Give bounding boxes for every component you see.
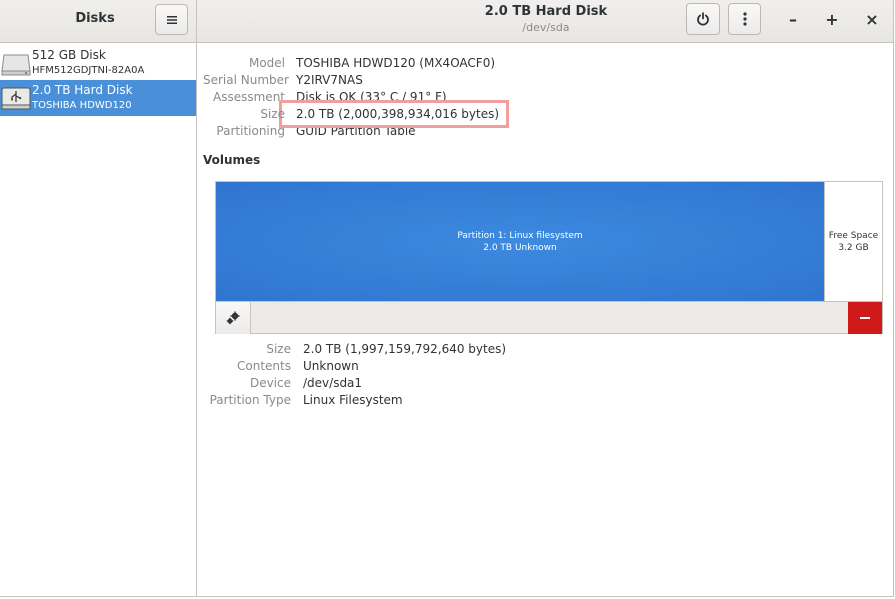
partition-type-value: Linux Filesystem <box>303 393 403 407</box>
volumes-graphic: Partition 1: Linux filesystem 2.0 TB Unk… <box>215 181 883 334</box>
serial-number-value: Y2IRV7NAS <box>296 73 363 87</box>
sidebar-item-model: TOSHIBA HDWD120 <box>32 100 132 111</box>
usb-hard-disk-icon <box>1 87 31 110</box>
volume-toolbar <box>216 301 882 334</box>
header-bar: Disks 2.0 TB Hard Disk /dev/sda – + × <box>0 0 893 43</box>
device-label: Device <box>249 376 291 390</box>
free-space-size: 3.2 GB <box>838 242 869 253</box>
partition-type-label: Partition Type <box>209 393 291 407</box>
hamburger-icon <box>166 15 177 24</box>
contents-label: Contents <box>237 359 291 373</box>
sidebar-item-2tb-hard-disk[interactable]: 2.0 TB Hard Disk TOSHIBA HDWD120 <box>0 80 196 116</box>
disks-window: Disks 2.0 TB Hard Disk /dev/sda – + × 51… <box>0 0 894 597</box>
power-off-button[interactable] <box>686 3 720 35</box>
gear-icon <box>226 311 240 325</box>
sidebar-item-512gb-disk[interactable]: 512 GB Disk HFM512GDJTNI-82A0A <box>0 45 196 81</box>
serial-number-label: Serial Number <box>203 73 289 87</box>
partition-size-value: 2.0 TB (1,997,159,792,640 bytes) <box>303 342 507 356</box>
sidebar-item-label: 2.0 TB Hard Disk <box>32 83 133 97</box>
partition-size-label: Size <box>266 342 291 356</box>
window-subtitle: /dev/sda <box>522 21 570 34</box>
partitioning-label: Partitioning <box>216 124 285 138</box>
power-icon <box>697 12 709 26</box>
drive-options-button[interactable] <box>728 3 761 35</box>
size-value: 2.0 TB (2,000,398,934,016 bytes) <box>296 107 500 121</box>
sidebar-item-model: HFM512GDJTNI-82A0A <box>32 65 145 76</box>
disk-list-sidebar: 512 GB Disk HFM512GDJTNI-82A0A 2.0 TB Ha… <box>0 43 197 596</box>
window-title: 2.0 TB Hard Disk <box>484 4 608 19</box>
volumes-heading: Volumes <box>203 153 261 167</box>
hard-disk-icon <box>1 54 31 76</box>
device-value: /dev/sda1 <box>303 376 363 390</box>
size-label: Size <box>260 107 285 121</box>
model-label: Model <box>248 56 285 70</box>
partition-1-block[interactable]: Partition 1: Linux filesystem 2.0 TB Unk… <box>216 182 824 301</box>
partition-options-button[interactable] <box>216 302 251 334</box>
sidebar-item-label: 512 GB Disk <box>32 48 106 62</box>
partition-1-details: 2.0 TB Unknown <box>483 242 557 253</box>
minus-icon <box>860 317 870 319</box>
assessment-label: Assessment <box>213 90 285 104</box>
free-space-title: Free Space <box>828 230 879 241</box>
vertical-dots-icon <box>742 12 747 26</box>
partition-1-title: Partition 1: Linux filesystem <box>457 230 583 241</box>
free-space-block[interactable]: Free Space 3.2 GB <box>824 182 882 301</box>
minimize-button[interactable]: – <box>781 8 805 30</box>
close-button[interactable]: × <box>860 8 884 30</box>
menu-button[interactable] <box>155 4 188 35</box>
delete-partition-button[interactable] <box>848 302 882 334</box>
header-sidebar-section: Disks <box>0 0 197 42</box>
contents-value: Unknown <box>303 359 359 373</box>
model-value: TOSHIBA HDWD120 (MX4OACF0) <box>296 56 496 70</box>
maximize-button[interactable]: + <box>820 8 844 30</box>
